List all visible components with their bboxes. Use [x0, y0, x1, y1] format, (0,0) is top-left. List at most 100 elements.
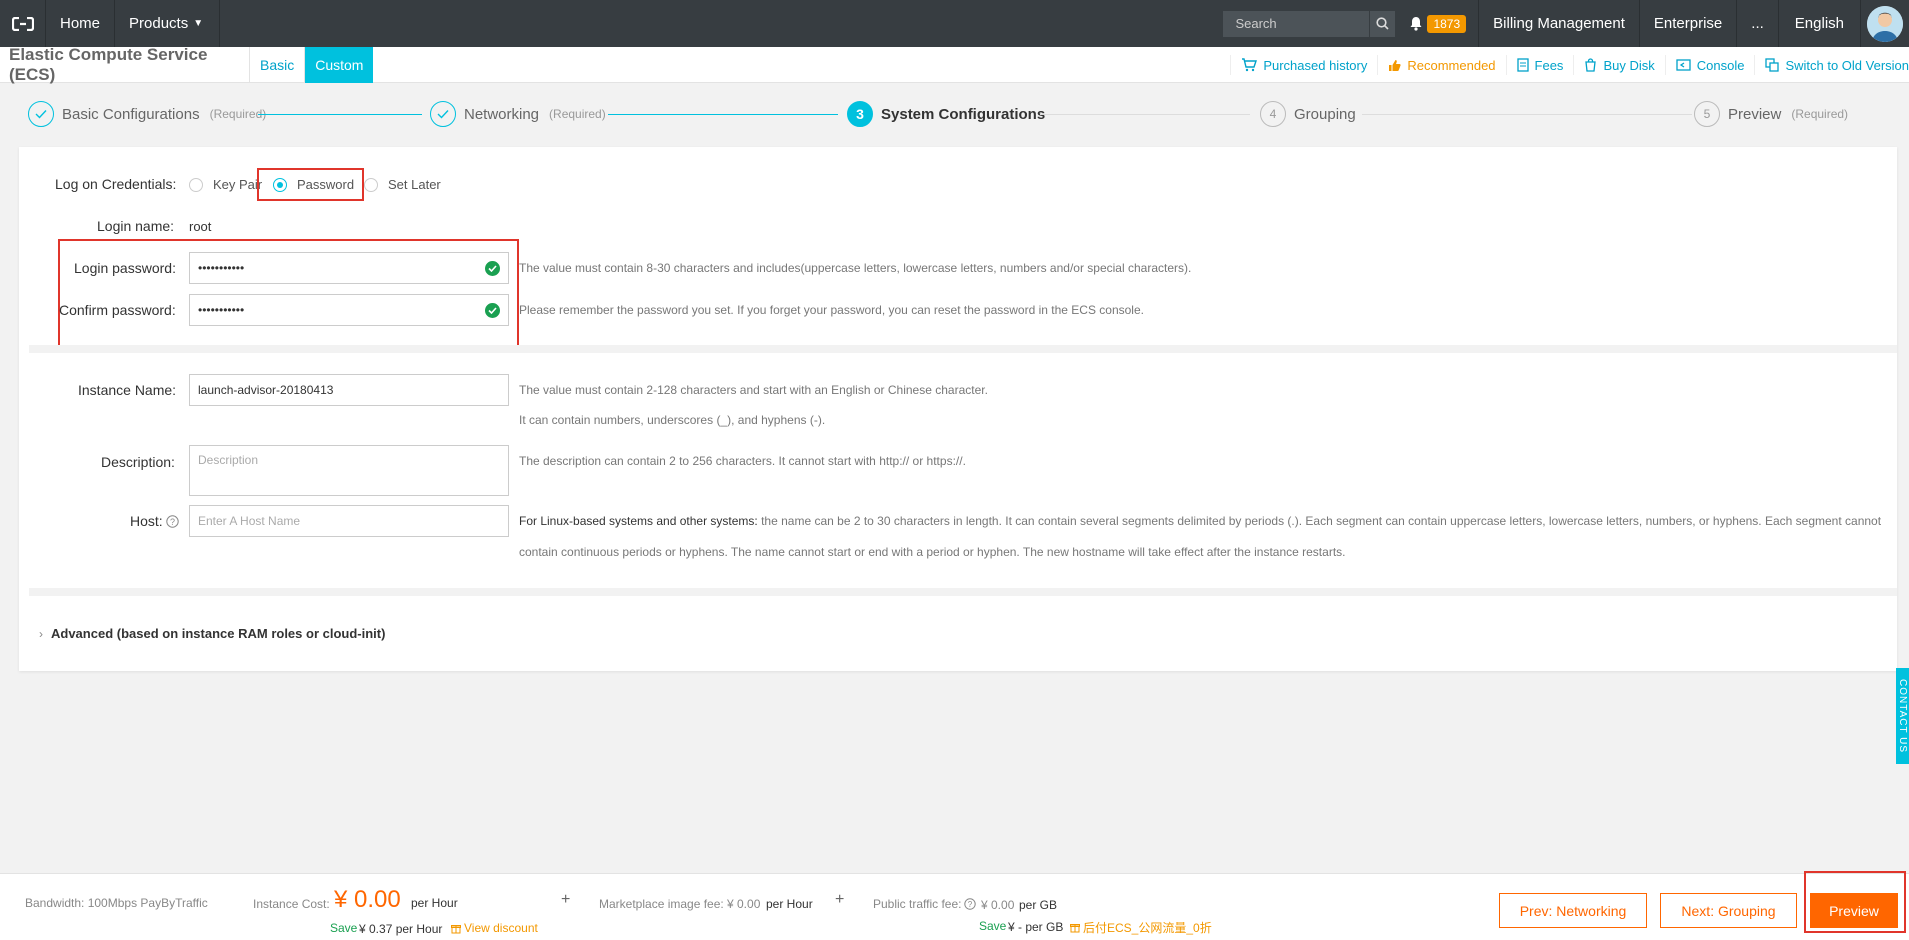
description-textarea[interactable]: Description: [189, 445, 509, 496]
recommended-label: Recommended: [1407, 57, 1496, 73]
radio-key-pair[interactable]: Key Pair: [189, 177, 262, 192]
search-icon[interactable]: [1369, 10, 1395, 37]
confirm-password-input[interactable]: •••••••••••: [189, 294, 509, 326]
step-networking[interactable]: Networking (Required): [430, 101, 606, 127]
purchased-history-link[interactable]: Purchased history: [1230, 55, 1377, 75]
instance-name-input[interactable]: launch-advisor-20180413: [189, 374, 509, 406]
credentials-label-text: Log on Credentials: [55, 176, 173, 192]
nav-home[interactable]: Home: [46, 0, 116, 47]
login-password-label: Login password:: [74, 260, 176, 276]
step-preview[interactable]: 5 Preview (Required): [1694, 101, 1848, 127]
step-connector: [258, 114, 422, 115]
view-discount-link[interactable]: View discount: [451, 921, 538, 935]
tab-custom[interactable]: Custom: [304, 46, 374, 83]
step-grouping[interactable]: 4 Grouping: [1260, 101, 1356, 127]
bell-icon: [1410, 17, 1422, 31]
help-circle-icon[interactable]: ?: [165, 514, 179, 528]
save-label: Save: [979, 919, 1007, 933]
step-connector: [1362, 114, 1692, 115]
instance-cost-label: Instance Cost:: [253, 897, 330, 911]
login-password-input[interactable]: •••••••••••: [189, 252, 509, 284]
host-label: Host: ?: [130, 513, 179, 529]
nav-products[interactable]: Products ▼: [115, 0, 221, 47]
preview-button[interactable]: Preview: [1810, 893, 1898, 928]
step-number: 5: [1694, 101, 1720, 127]
plus-sign: +: [835, 891, 845, 908]
public-traffic-fee-value: ¥ 0.00: [981, 898, 1015, 912]
description-label-text: Description: [101, 454, 172, 470]
nav-more[interactable]: ...: [1737, 0, 1779, 47]
disk-bag-icon: [1584, 58, 1597, 72]
radio-set-later[interactable]: Set Later: [364, 177, 441, 192]
credentials-label: Log on Credentials:: [55, 176, 177, 192]
step-basic-configurations[interactable]: Basic Configurations (Required): [28, 101, 266, 127]
per-hour-label: per Hour: [766, 897, 813, 911]
host-placeholder: Enter A Host Name: [198, 514, 301, 528]
host-hint: For Linux-based systems and other system…: [519, 514, 1881, 528]
next-grouping-button[interactable]: Next: Grouping: [1660, 893, 1797, 928]
view-discount-label: View discount: [464, 921, 538, 935]
radio-circle: [364, 177, 378, 192]
host-hint-text: the name can be 2 to 30 characters in le…: [757, 514, 1882, 528]
nav-billing-label: Billing Management: [1493, 15, 1625, 32]
fees-link[interactable]: Fees: [1505, 55, 1574, 75]
nav-enterprise-label: Enterprise: [1653, 15, 1723, 32]
switch-old-version-link[interactable]: Switch to Old Version: [1754, 55, 1909, 75]
valid-check-icon: [485, 303, 500, 318]
instance-name-hint: The value must contain 2-128 characters …: [519, 383, 988, 397]
step-label: Grouping: [1294, 105, 1356, 123]
nav-billing-management[interactable]: Billing Management: [1479, 0, 1640, 47]
instance-name-hint-2: It can contain numbers, underscores (_),…: [519, 413, 826, 427]
console-link[interactable]: Console: [1664, 55, 1755, 75]
nav-language[interactable]: English: [1779, 0, 1861, 47]
search-box[interactable]: Search: [1223, 10, 1396, 37]
radio-circle: [273, 177, 287, 192]
recommended-link[interactable]: Recommended: [1377, 55, 1505, 75]
marketplace-fee-value: ¥ 0.00: [727, 897, 761, 911]
buy-disk-label: Buy Disk: [1603, 57, 1655, 73]
login-name-value: root: [189, 219, 212, 234]
fees-label: Fees: [1534, 57, 1564, 73]
radio-circle: [189, 177, 203, 192]
login-name-label: Login name:: [97, 218, 175, 234]
user-avatar[interactable]: [1861, 0, 1909, 47]
aliyun-logo-icon[interactable]: [0, 0, 46, 47]
host-input[interactable]: Enter A Host Name: [189, 505, 509, 537]
top-navigation-bar: Home Products ▼ Search 1873 Billing Mana…: [0, 0, 1909, 47]
step-system-configurations[interactable]: 3 System Configurations: [847, 101, 1045, 127]
login-password-value: •••••••••••: [198, 261, 245, 275]
step-label: Preview: [1728, 105, 1782, 123]
help-circle-icon[interactable]: ?: [963, 898, 976, 910]
buy-disk-link[interactable]: Buy Disk: [1573, 55, 1664, 75]
traffic-discount-link[interactable]: 后付ECS_公网流量_0折: [1070, 919, 1212, 936]
step-connector: [608, 114, 838, 115]
per-hour-label: per Hour: [411, 896, 458, 910]
contact-us-tab[interactable]: CONTACT US: [1896, 668, 1909, 764]
per-gb-label: per GB: [1019, 898, 1058, 912]
host-label-text: Host: [130, 513, 159, 529]
nav-enterprise[interactable]: Enterprise: [1640, 0, 1738, 47]
check-icon: [430, 101, 456, 127]
nav-more-label: ...: [1751, 15, 1764, 32]
login-password-hint: The value must contain 8-30 characters a…: [519, 261, 1192, 275]
search-input[interactable]: Search: [1223, 16, 1369, 31]
svg-text:?: ?: [967, 900, 972, 909]
notifications[interactable]: 1873: [1409, 0, 1480, 47]
advanced-toggle[interactable]: › Advanced (based on instance RAM roles …: [39, 626, 385, 641]
save-value: ¥ 0.37 per Hour: [359, 922, 443, 936]
instance-name-label: Instance Name:: [78, 382, 177, 398]
login-name-label-text: Login name: [97, 218, 171, 234]
radio-label: Password: [297, 177, 355, 192]
step-number: 3: [847, 101, 873, 127]
purchased-history-label: Purchased history: [1263, 57, 1368, 73]
notification-count-badge: 1873: [1427, 14, 1467, 33]
radio-label: Key Pair: [213, 177, 263, 192]
marketplace-fee-label: Marketplace image fee:: [599, 897, 724, 911]
product-header: Elastic Compute Service (ECS) Basic Cust…: [0, 45, 1909, 84]
console-icon: [1676, 59, 1691, 71]
tab-basic[interactable]: Basic: [249, 46, 304, 83]
section-divider: [29, 345, 1897, 353]
wizard-steps: Basic Configurations (Required) Networki…: [0, 83, 1909, 147]
prev-networking-button[interactable]: Prev: Networking: [1499, 893, 1647, 928]
radio-password[interactable]: Password: [273, 177, 354, 192]
